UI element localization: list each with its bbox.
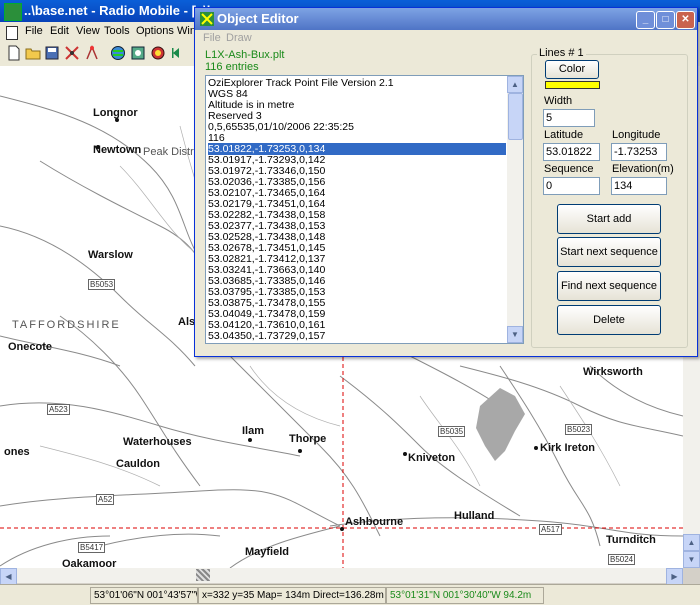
color-button[interactable]: Color (545, 60, 599, 79)
status-bar: 53°01'06"N 001°43'57"W x=332 y=35 Map= 1… (0, 584, 700, 605)
latitude-field[interactable]: 53.01822 (543, 143, 600, 161)
town-marker (298, 449, 302, 453)
maximize-icon[interactable]: □ (656, 11, 675, 29)
file-name: L1X-Ash-Bux.plt (205, 49, 285, 61)
elevation-label: Elevation(m) (612, 163, 674, 175)
town-marker (248, 438, 252, 442)
town-label: Turnditch (606, 534, 656, 546)
road-label: A517 (539, 524, 562, 535)
road-label: B5053 (88, 279, 116, 290)
region-label: TAFFORDSHIRE (12, 319, 121, 331)
new-file-icon[interactable] (6, 45, 22, 61)
line-color-swatch[interactable] (545, 81, 600, 89)
longitude-field[interactable]: -1.73253 (611, 143, 667, 161)
town-label: Waterhouses (123, 436, 192, 448)
road-label: A523 (47, 404, 70, 415)
start-add-button[interactable]: Start add (557, 204, 661, 234)
map-properties-icon[interactable] (130, 45, 146, 61)
town-label: Cauldon (116, 458, 160, 470)
arrow-left-icon[interactable] (170, 45, 186, 61)
object-editor-dialog: Object Editor _ □ ✕ File Draw L1X-Ash-Bu… (194, 7, 698, 357)
file-info: L1X-Ash-Bux.plt 116 entries (205, 49, 284, 73)
town-label: ones (4, 446, 30, 458)
sequence-field[interactable]: 0 (543, 177, 600, 195)
town-label: Kniveton (408, 452, 456, 464)
start-next-sequence-button[interactable]: Start next sequence (557, 237, 661, 267)
scroll-left-icon[interactable]: ◀ (0, 568, 17, 585)
scroll-down-icon[interactable]: ▼ (683, 551, 700, 568)
dialog-menu-draw[interactable]: Draw (226, 32, 252, 44)
list-scroll-up-icon[interactable]: ▲ (507, 76, 523, 93)
town-label: Mayfield (245, 546, 290, 558)
find-next-sequence-button[interactable]: Find next sequence (557, 271, 661, 301)
road-label: B5417 (78, 542, 106, 553)
road-label: B5035 (438, 426, 466, 437)
document-icon (6, 26, 18, 40)
scroll-thumb[interactable] (196, 569, 210, 581)
dialog-menu-file[interactable]: File (203, 32, 221, 44)
dialog-menu-bar: File Draw (195, 30, 697, 46)
horizontal-scrollbar[interactable]: ◀ ▶ (0, 568, 683, 585)
menu-view[interactable]: View (76, 25, 100, 37)
dialog-title: Object Editor (217, 11, 299, 26)
town-label: Hulland (454, 510, 495, 522)
list-scroll-thumb[interactable] (508, 93, 523, 140)
town-label: Onecote (8, 341, 53, 353)
town-label: Ashbourne (345, 516, 404, 528)
status-info: x=332 y=35 Map= 134m Direct=136.28m SR (198, 587, 386, 604)
width-label: Width (544, 95, 573, 107)
menu-tools[interactable]: Tools (104, 25, 130, 37)
town-label: Newtown (93, 144, 142, 156)
delete-button[interactable]: Delete (557, 305, 661, 335)
width-field[interactable]: 5 (543, 109, 595, 127)
region-label: Peak Distric (143, 146, 202, 158)
town-label: Ilam (242, 425, 265, 437)
scroll-right-icon[interactable]: ▶ (666, 568, 683, 585)
coverage-icon[interactable] (150, 45, 166, 61)
elevation-field[interactable]: 134 (611, 177, 667, 195)
town-label: Wirksworth (583, 366, 643, 378)
town-label: Kirk Ireton (540, 442, 596, 454)
road-label: B5024 (608, 554, 636, 565)
scroll-up-icon[interactable]: ▲ (683, 534, 700, 551)
network-properties-icon[interactable] (64, 45, 80, 61)
road-label: B5023 (565, 424, 593, 435)
minimize-icon[interactable]: _ (636, 11, 655, 29)
town-marker (534, 446, 538, 450)
object-editor-icon (200, 12, 214, 26)
entry-count: 116 entries (205, 61, 259, 73)
radio-link-icon[interactable] (84, 45, 100, 61)
road-label: A52 (96, 494, 115, 505)
open-folder-icon[interactable] (25, 45, 41, 61)
menu-file[interactable]: File (25, 25, 43, 37)
town-label: Longnor (93, 107, 138, 119)
town-label: Oakamoor (62, 558, 117, 568)
lines-group-label: Lines # 1 (537, 47, 586, 59)
track-point-list[interactable]: OziExplorer Track Point File Version 2.1… (205, 75, 524, 344)
reservoir-shape (476, 388, 525, 461)
sequence-label: Sequence (544, 163, 594, 175)
status-coordinates: 53°01'06"N 001°43'57"W (90, 587, 198, 604)
longitude-label: Longitude (612, 129, 661, 141)
app-icon (4, 3, 22, 21)
save-icon[interactable] (44, 45, 60, 61)
status-cursor: 53°01'31"N 001°30'40"W 94.2m (386, 587, 544, 604)
latitude-label: Latitude (544, 129, 584, 141)
list-scrollbar[interactable]: ▲ ▼ (507, 76, 523, 343)
list-item[interactable]: 53.04350,-1.73729,0,157 (208, 330, 506, 342)
globe-icon[interactable] (110, 45, 126, 61)
town-marker (340, 527, 344, 531)
main-window-title: ..\base.net - Radio Mobile - [..\ba (24, 3, 222, 18)
menu-edit[interactable]: Edit (50, 25, 69, 37)
list-scroll-down-icon[interactable]: ▼ (507, 326, 523, 343)
dialog-title-bar[interactable]: Object Editor _ □ ✕ (195, 8, 697, 30)
town-label: Warslow (88, 249, 133, 261)
town-marker (403, 452, 407, 456)
town-label: Thorpe (289, 433, 327, 445)
menu-options[interactable]: Options (136, 25, 174, 37)
close-icon[interactable]: ✕ (676, 11, 695, 29)
